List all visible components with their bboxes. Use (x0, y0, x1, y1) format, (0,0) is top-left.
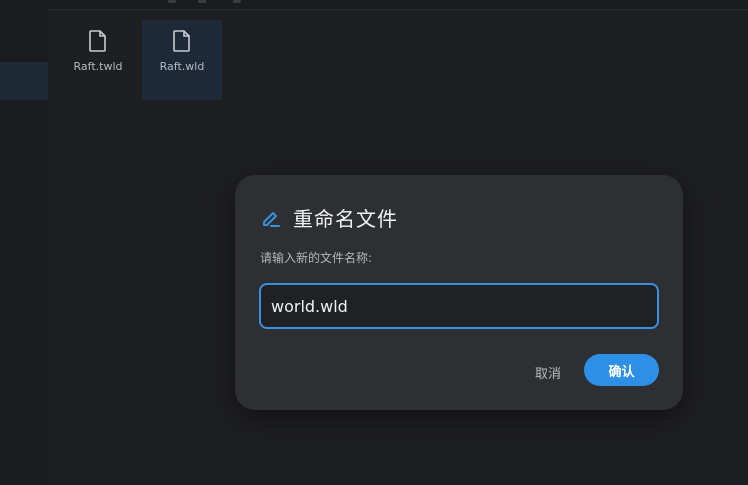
toolbar (48, 0, 748, 10)
file-name: Raft.twld (73, 60, 123, 73)
dialog-header: 重命名文件 (261, 203, 398, 232)
pencil-icon (263, 211, 280, 227)
file-icon (173, 30, 190, 52)
file-manager-window: Raft.twld Raft.wld 重命名文件 请输入新的文件名称: 取消 确… (0, 0, 748, 485)
file-icon (89, 30, 106, 52)
sidebar-active-item[interactable] (0, 62, 48, 100)
toolbar-button[interactable] (168, 0, 176, 3)
cancel-button[interactable]: 取消 (523, 357, 573, 387)
toolbar-button[interactable] (198, 0, 206, 3)
rename-dialog: 重命名文件 请输入新的文件名称: 取消 确认 (235, 175, 683, 410)
filename-input[interactable] (259, 283, 659, 329)
sidebar (0, 0, 48, 485)
file-item-raft-twld[interactable]: Raft.twld (58, 20, 138, 100)
confirm-button[interactable]: 确认 (584, 354, 659, 386)
dialog-title: 重命名文件 (293, 207, 398, 231)
file-item-raft-wld[interactable]: Raft.wld (142, 20, 222, 100)
toolbar-button[interactable] (233, 0, 241, 3)
dialog-prompt: 请输入新的文件名称: (260, 251, 373, 265)
file-name: Raft.wld (159, 60, 205, 73)
